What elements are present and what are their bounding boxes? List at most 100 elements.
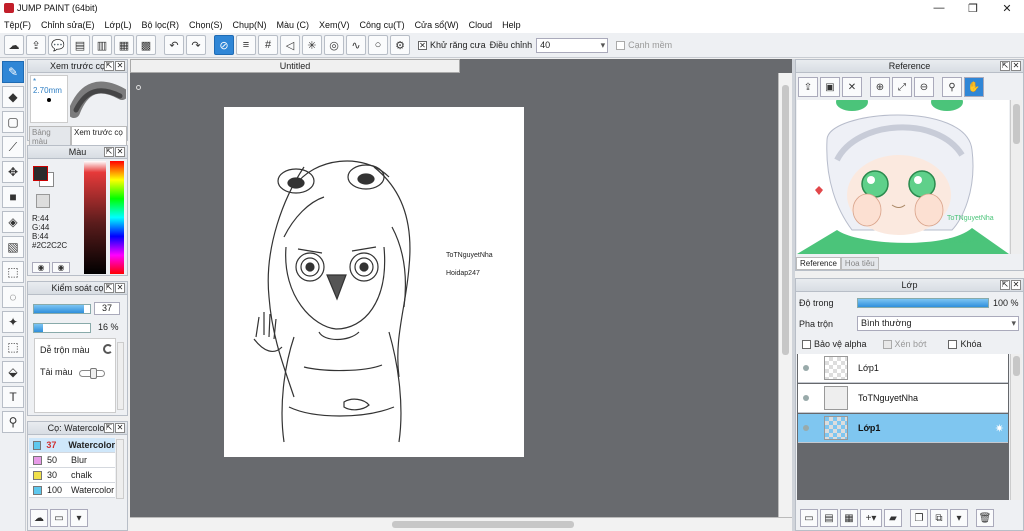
brush-menu-icon[interactable]: ▾ xyxy=(70,509,88,527)
undo-icon[interactable]: ↶ xyxy=(164,35,184,55)
perspective-icon[interactable]: ◁ xyxy=(280,35,300,55)
panel-close-icon[interactable]: ✕ xyxy=(115,423,125,433)
select-pen-icon[interactable]: ⬚ xyxy=(2,336,24,358)
merge-layer-icon[interactable]: ⧉ xyxy=(930,509,948,527)
new-raster-layer-icon[interactable]: ▦ xyxy=(840,509,858,527)
layer-item[interactable]: Lớp1 xyxy=(798,354,1008,383)
color-picker-icon[interactable]: ◉ xyxy=(52,262,70,273)
menu-window[interactable]: Cửa sổ(W) xyxy=(415,20,459,30)
concentric-icon[interactable]: ◎ xyxy=(324,35,344,55)
canvas-vertical-scrollbar[interactable] xyxy=(778,73,792,517)
layer-item[interactable]: ToTNguyetNha xyxy=(798,384,1008,413)
curve-icon[interactable]: ∿ xyxy=(346,35,366,55)
antialias-checkbox[interactable]: ✕ xyxy=(418,40,427,50)
protect-alpha-checkbox[interactable] xyxy=(802,339,811,349)
panel-popout-icon[interactable]: ⇱ xyxy=(104,423,114,433)
layer-visibility-icon[interactable] xyxy=(798,395,814,401)
brush-item[interactable]: 50 Blur xyxy=(29,453,115,468)
move-tool-icon[interactable]: ✥ xyxy=(2,161,24,183)
circle-snap-icon[interactable]: ○ xyxy=(368,35,388,55)
text-tool-icon[interactable]: T xyxy=(2,386,24,408)
color-mode-icon[interactable]: ◉ xyxy=(32,262,50,273)
panel-close-icon[interactable]: ✕ xyxy=(115,61,125,71)
minimize-button[interactable]: — xyxy=(922,0,956,16)
hand-pan-icon[interactable]: ✋ xyxy=(964,77,984,97)
fit-view-icon[interactable]: ⤢ xyxy=(892,77,912,97)
brush-item[interactable]: 30 chalk xyxy=(29,468,115,483)
duplicate-layer-icon[interactable]: ❐ xyxy=(910,509,928,527)
reference-image[interactable]: ToTNguyetNha Hoidap247 xyxy=(797,100,1009,254)
layer-visibility-icon[interactable] xyxy=(798,425,814,431)
snap-off-icon[interactable]: ⊘ xyxy=(214,35,234,55)
bucket-tool-icon[interactable]: ◈ xyxy=(2,211,24,233)
layer-item-selected[interactable]: Lớp1 ✷ xyxy=(798,414,1008,443)
drawing-paper[interactable]: ToTNguyetNha Hoidap247 xyxy=(224,107,524,457)
brush-opacity-slider[interactable] xyxy=(33,323,91,333)
radial-icon[interactable]: ✳ xyxy=(302,35,322,55)
reference-upload-icon[interactable]: ⇪ xyxy=(798,77,818,97)
export-icon[interactable]: ⇪ xyxy=(26,35,46,55)
adjust-select[interactable]: 40 xyxy=(536,37,609,53)
reference-close-icon[interactable]: ✕ xyxy=(842,77,862,97)
reference-open-icon[interactable]: ▣ xyxy=(820,77,840,97)
smooth-edge-checkbox[interactable] xyxy=(616,40,626,50)
new-layer-alt-icon[interactable]: ▤ xyxy=(820,509,838,527)
amount-slider[interactable] xyxy=(79,368,105,379)
menu-select[interactable]: Chọn(S) xyxy=(189,20,223,30)
tab-reference[interactable]: Reference xyxy=(796,257,841,270)
zoom-in-icon[interactable]: ⊕ xyxy=(870,77,890,97)
canvas-area[interactable]: Untitled ToTNguyetNha Hoidap247 xyxy=(130,59,792,531)
select-rect-icon[interactable]: ⬚ xyxy=(2,261,24,283)
menu-cloud[interactable]: Cloud xyxy=(469,20,493,30)
grid-snap-icon[interactable]: # xyxy=(258,35,278,55)
panel-popout-icon[interactable]: ⇱ xyxy=(104,147,114,157)
grid-settings-icon[interactable]: ▩ xyxy=(136,35,156,55)
menu-view[interactable]: Xem(V) xyxy=(319,20,350,30)
cloud-sync-icon[interactable]: ☁ xyxy=(4,35,24,55)
add-layer-menu-icon[interactable]: +▾ xyxy=(860,509,882,527)
menu-file[interactable]: Tệp(F) xyxy=(4,20,31,30)
brush-item[interactable]: 100 Watercolor xyxy=(29,483,115,498)
blend-mode-select[interactable]: Bình thường xyxy=(857,316,1019,331)
menu-filter[interactable]: Bộ lọc(R) xyxy=(141,20,179,30)
line-tool-icon[interactable]: ⟋ xyxy=(2,136,24,158)
menu-tools[interactable]: Công cụ(T) xyxy=(360,20,405,30)
hue-strip[interactable] xyxy=(110,161,124,274)
blend-knob-icon[interactable] xyxy=(103,344,113,354)
lock-checkbox[interactable] xyxy=(948,339,958,349)
layer-menu-icon[interactable]: ▾ xyxy=(950,509,968,527)
page-icon[interactable]: ▥ xyxy=(92,35,112,55)
reference-eyedropper-icon[interactable]: ⚲ xyxy=(942,77,962,97)
panel-close-icon[interactable]: ✕ xyxy=(115,283,125,293)
panel-popout-icon[interactable]: ⇱ xyxy=(1000,61,1010,71)
select-eraser-icon[interactable]: ⬙ xyxy=(2,361,24,383)
comment-icon[interactable]: 💬 xyxy=(48,35,68,55)
document-icon[interactable]: ▦ xyxy=(114,35,134,55)
menu-help[interactable]: Help xyxy=(502,20,521,30)
panel-popout-icon[interactable]: ⇱ xyxy=(1000,280,1010,290)
brush-item[interactable]: 37 Watercolor xyxy=(29,438,115,453)
menu-capture[interactable]: Chụp(N) xyxy=(233,20,267,30)
new-layer-icon[interactable]: ▭ xyxy=(800,509,818,527)
parallel-lines-icon[interactable]: ≡ xyxy=(236,35,256,55)
message-icon[interactable]: ▤ xyxy=(70,35,90,55)
gradient-tool-icon[interactable]: ▧ xyxy=(2,236,24,258)
transparent-color-swatch[interactable] xyxy=(36,194,50,208)
antialias-toggle[interactable]: ✕ Khử răng cưa xyxy=(418,40,486,50)
canvas-horizontal-scrollbar[interactable] xyxy=(130,517,792,531)
tab-navigator[interactable]: Hoa tiêu xyxy=(840,257,879,270)
menu-edit[interactable]: Chỉnh sửa(E) xyxy=(41,20,95,30)
settings-snap-icon[interactable]: ⚙ xyxy=(390,35,410,55)
layer-scrollbar[interactable] xyxy=(1010,354,1022,500)
magic-wand-icon[interactable]: ✦ xyxy=(2,311,24,333)
layer-opacity-slider[interactable] xyxy=(857,298,989,308)
delete-layer-icon[interactable]: 🗑 xyxy=(976,509,994,527)
panel-popout-icon[interactable]: ⇱ xyxy=(104,283,114,293)
zoom-out-icon[interactable]: ⊖ xyxy=(914,77,934,97)
panel-close-icon[interactable]: ✕ xyxy=(1011,61,1021,71)
panel-popout-icon[interactable]: ⇱ xyxy=(104,61,114,71)
menu-layer[interactable]: Lớp(L) xyxy=(105,20,132,30)
brush-list-scrollbar[interactable] xyxy=(116,439,124,499)
menu-color[interactable]: Màu (C) xyxy=(277,20,310,30)
fill-rect-icon[interactable]: ■ xyxy=(2,186,24,208)
